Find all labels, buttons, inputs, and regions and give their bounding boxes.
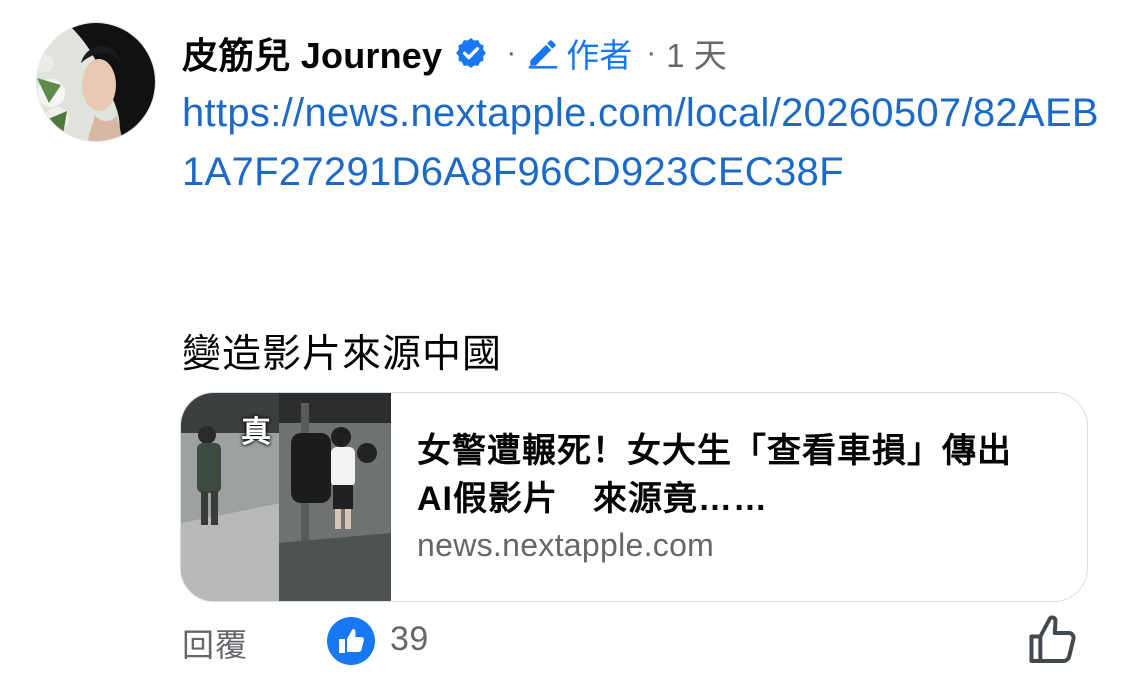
comment-timestamp[interactable]: 1 天: [666, 29, 727, 77]
thumbnail-label: 真: [241, 416, 271, 449]
comment-text: 變造影片來源中國: [182, 333, 503, 376]
link-domain: news.nextapple.com: [417, 527, 715, 563]
like-count: 39: [390, 620, 429, 658]
author-avatar[interactable]: [36, 22, 156, 142]
author-badge: 作者: [566, 37, 633, 74]
pencil-icon: [526, 36, 560, 70]
separator-dot: ·: [506, 36, 517, 69]
link-title[interactable]: 女警遭輾死！女大生「查看車損」傳出AI假影片 來源竟……: [417, 427, 1017, 523]
comment-link[interactable]: https://news.nextapple.com/local/2026050…: [182, 84, 1102, 202]
reply-button[interactable]: 回覆: [182, 620, 248, 666]
verified-badge-icon: [454, 36, 488, 70]
link-preview-card[interactable]: 真 女警遭輾死！女大生「查看車損」傳出AI假影片 來源竟…… news.next…: [180, 392, 1088, 602]
author-name[interactable]: 皮筋兒 Journey: [182, 27, 442, 79]
comment-header: 皮筋兒 Journey · 作者 · 1 天: [182, 28, 727, 78]
link-thumbnail: 真: [181, 393, 391, 601]
separator-dot-2: ·: [646, 36, 657, 69]
thumbs-up-outline-icon[interactable]: [1024, 612, 1080, 668]
like-reaction-icon[interactable]: [326, 616, 376, 666]
